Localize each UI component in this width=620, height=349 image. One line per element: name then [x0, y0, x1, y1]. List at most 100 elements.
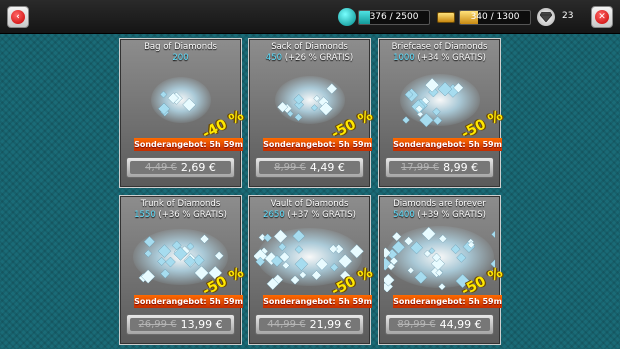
new-price: 13,99 € — [180, 318, 223, 331]
offer-amount: 200 — [172, 53, 189, 63]
diamond-shard — [299, 271, 307, 279]
offer-title: Vault of Diamonds — [270, 199, 349, 209]
offer-amount-line: 1550 (+36 % GRATIS) — [120, 210, 241, 220]
diamond-shard — [330, 263, 339, 272]
offer-card-vault[interactable]: Vault of Diamonds 2650 (+37 % GRATIS) -5… — [248, 195, 375, 345]
offer-title: Diamonds are forever — [393, 199, 486, 209]
diamond-shard — [407, 266, 415, 274]
offer-bonus: (+37 % GRATIS) — [284, 210, 356, 220]
offer-card-briefcase[interactable]: Briefcase of Diamonds 1000 (+34 % GRATIS… — [378, 38, 505, 188]
diamond-shard — [421, 226, 436, 241]
new-price: 2,69 € — [180, 161, 216, 174]
diamond-shard — [338, 254, 353, 269]
diamond-shard — [157, 244, 172, 258]
buy-button[interactable]: 4,49 € 2,69 € — [126, 157, 235, 178]
energy-icon — [338, 8, 356, 26]
gold-bar: 340 / 1300 — [459, 10, 531, 25]
offer-card-trunk[interactable]: Trunk of Diamonds 1550 (+36 % GRATIS) -5… — [119, 195, 246, 345]
diamond-count: 23 — [562, 11, 574, 21]
diamond-shard — [326, 83, 338, 95]
diamond-shard — [273, 229, 288, 244]
energy-text: 376 / 2500 — [369, 12, 419, 22]
offer-title: Bag of Diamonds — [144, 42, 217, 52]
offer-bonus: (+39 % GRATIS) — [414, 210, 486, 220]
diamond-shard — [143, 235, 156, 248]
diamond-shard — [165, 256, 176, 268]
diamond-shard — [159, 90, 168, 99]
special-offer-banner: Sonderangebot: 5h 59m — [134, 138, 243, 151]
offer-amount: 5400 — [393, 210, 415, 220]
back-arrow-icon: ‹ — [11, 10, 25, 24]
diamond-shard — [432, 107, 441, 116]
diamond-shard — [292, 229, 306, 243]
new-price: 44,99 € — [439, 318, 482, 331]
old-price: 4,49 € — [145, 162, 177, 173]
offer-amount: 1550 — [134, 210, 156, 220]
buy-button[interactable]: 17,99 € 8,99 € — [385, 157, 494, 178]
offer-bonus: (+26 % GRATIS) — [282, 53, 354, 63]
diamond-shard — [456, 252, 467, 263]
buy-button[interactable]: 8,99 € 4,49 € — [255, 157, 364, 178]
diamond-shard — [315, 257, 329, 271]
diamond-shard — [290, 275, 300, 285]
offer-amount: 2650 — [263, 210, 285, 220]
old-price: 8,99 € — [274, 162, 306, 173]
back-button[interactable]: ‹ — [7, 6, 29, 28]
new-price: 4,49 € — [309, 161, 345, 174]
offer-amount: 1000 — [393, 53, 415, 63]
close-button[interactable]: ✕ — [591, 6, 613, 28]
diamond-shard — [403, 236, 414, 246]
diamond-shard — [194, 265, 209, 281]
special-offer-banner: Sonderangebot: 5h 59m — [393, 138, 502, 151]
offer-title: Briefcase of Diamonds — [391, 42, 488, 52]
gold-text: 340 / 1300 — [470, 12, 520, 22]
new-price: 21,99 € — [309, 318, 352, 331]
diamond-shard — [311, 270, 322, 281]
old-price: 44,99 € — [267, 319, 306, 330]
diamond-shard — [349, 244, 364, 259]
offer-card-sack[interactable]: Sack of Diamonds 450 (+26 % GRATIS) -50 … — [248, 38, 375, 188]
diamond-shard — [414, 271, 428, 284]
offer-card-forever[interactable]: Diamonds are forever 5400 (+39 % GRATIS)… — [378, 195, 505, 345]
diamond-shard — [450, 244, 461, 255]
old-price: 17,99 € — [400, 162, 440, 173]
offer-amount-line: 200 — [120, 53, 241, 63]
close-icon: ✕ — [595, 10, 609, 24]
offer-amount: 450 — [265, 53, 283, 63]
offer-card-bag[interactable]: Bag of Diamonds 200 -40 % Sonderangebot:… — [119, 38, 246, 188]
gold-bar-icon — [437, 8, 455, 26]
diamond-shard — [281, 261, 290, 270]
buy-button[interactable]: 89,99 € 44,99 € — [385, 314, 494, 335]
diamond-shard — [293, 94, 305, 105]
diamond-shard — [424, 77, 440, 93]
diamond-shard — [391, 231, 402, 242]
offer-bonus: (+34 % GRATIS) — [414, 53, 486, 63]
diamond-shard — [438, 282, 446, 291]
buy-button[interactable]: 44,99 € 21,99 € — [255, 314, 364, 335]
special-offer-banner: Sonderangebot: 5h 59m — [263, 138, 372, 151]
diamond-shard — [491, 230, 495, 239]
diamond-shard — [192, 254, 205, 267]
diamond-icon — [537, 8, 555, 26]
diamond-shard — [402, 116, 410, 124]
diamond-shard — [144, 249, 153, 258]
old-price: 26,99 € — [138, 319, 177, 330]
buy-button[interactable]: 26,99 € 13,99 € — [126, 314, 235, 335]
offer-bonus: (+36 % GRATIS) — [155, 210, 227, 220]
diamond-shard — [410, 241, 423, 255]
offer-amount-line: 450 (+26 % GRATIS) — [249, 53, 370, 63]
diamond-shard — [310, 104, 318, 112]
diamond-shard — [214, 251, 224, 261]
old-price: 89,99 € — [397, 319, 436, 330]
diamond-shard — [294, 245, 304, 254]
offer-amount-line: 2650 (+37 % GRATIS) — [249, 210, 370, 220]
special-offer-banner: Sonderangebot: 5h 59m — [263, 295, 372, 308]
top-bar: ‹ 376 / 2500 340 / 1300 23 ✕ — [0, 0, 620, 34]
diamond-shard — [328, 244, 338, 254]
diamond-shard — [294, 113, 303, 122]
diamond-shard — [294, 257, 309, 271]
offer-amount-line: 5400 (+39 % GRATIS) — [379, 210, 500, 220]
offer-title: Sack of Diamonds — [271, 42, 348, 52]
diamond-shard — [182, 97, 197, 112]
special-offer-banner: Sonderangebot: 5h 59m — [134, 295, 243, 308]
